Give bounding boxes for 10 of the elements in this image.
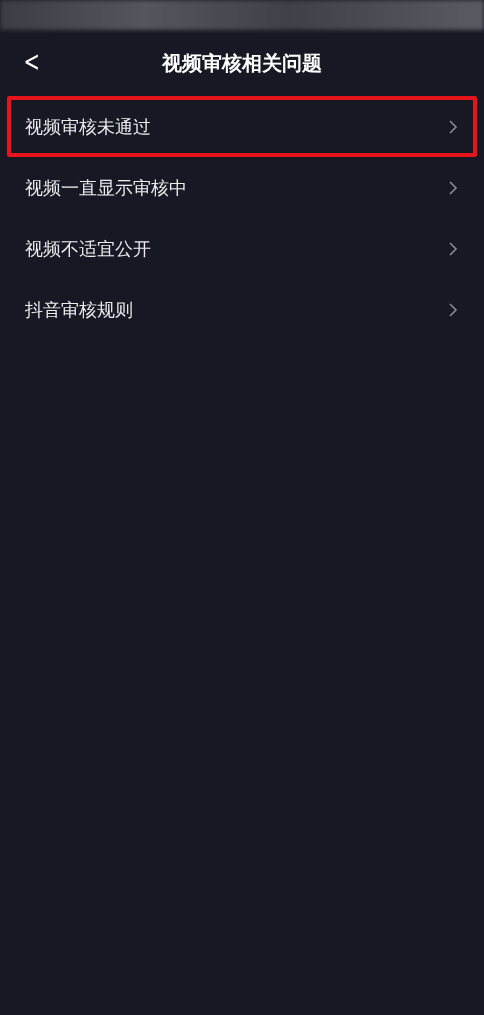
chevron-icon <box>448 240 458 257</box>
list-item[interactable]: 抖音审核规则 <box>7 279 477 340</box>
chevron-icon <box>448 118 458 135</box>
list-item[interactable]: 视频不适宜公开 <box>7 218 477 279</box>
back-button[interactable]: < <box>17 44 46 80</box>
page-title: 视频审核相关问题 <box>162 49 322 77</box>
chevron-icon <box>448 179 458 196</box>
chevron-icon <box>448 301 458 318</box>
list-item[interactable]: 视频审核未通过 <box>7 96 477 157</box>
list-item[interactable]: 视频一直显示审核中 <box>7 157 477 218</box>
